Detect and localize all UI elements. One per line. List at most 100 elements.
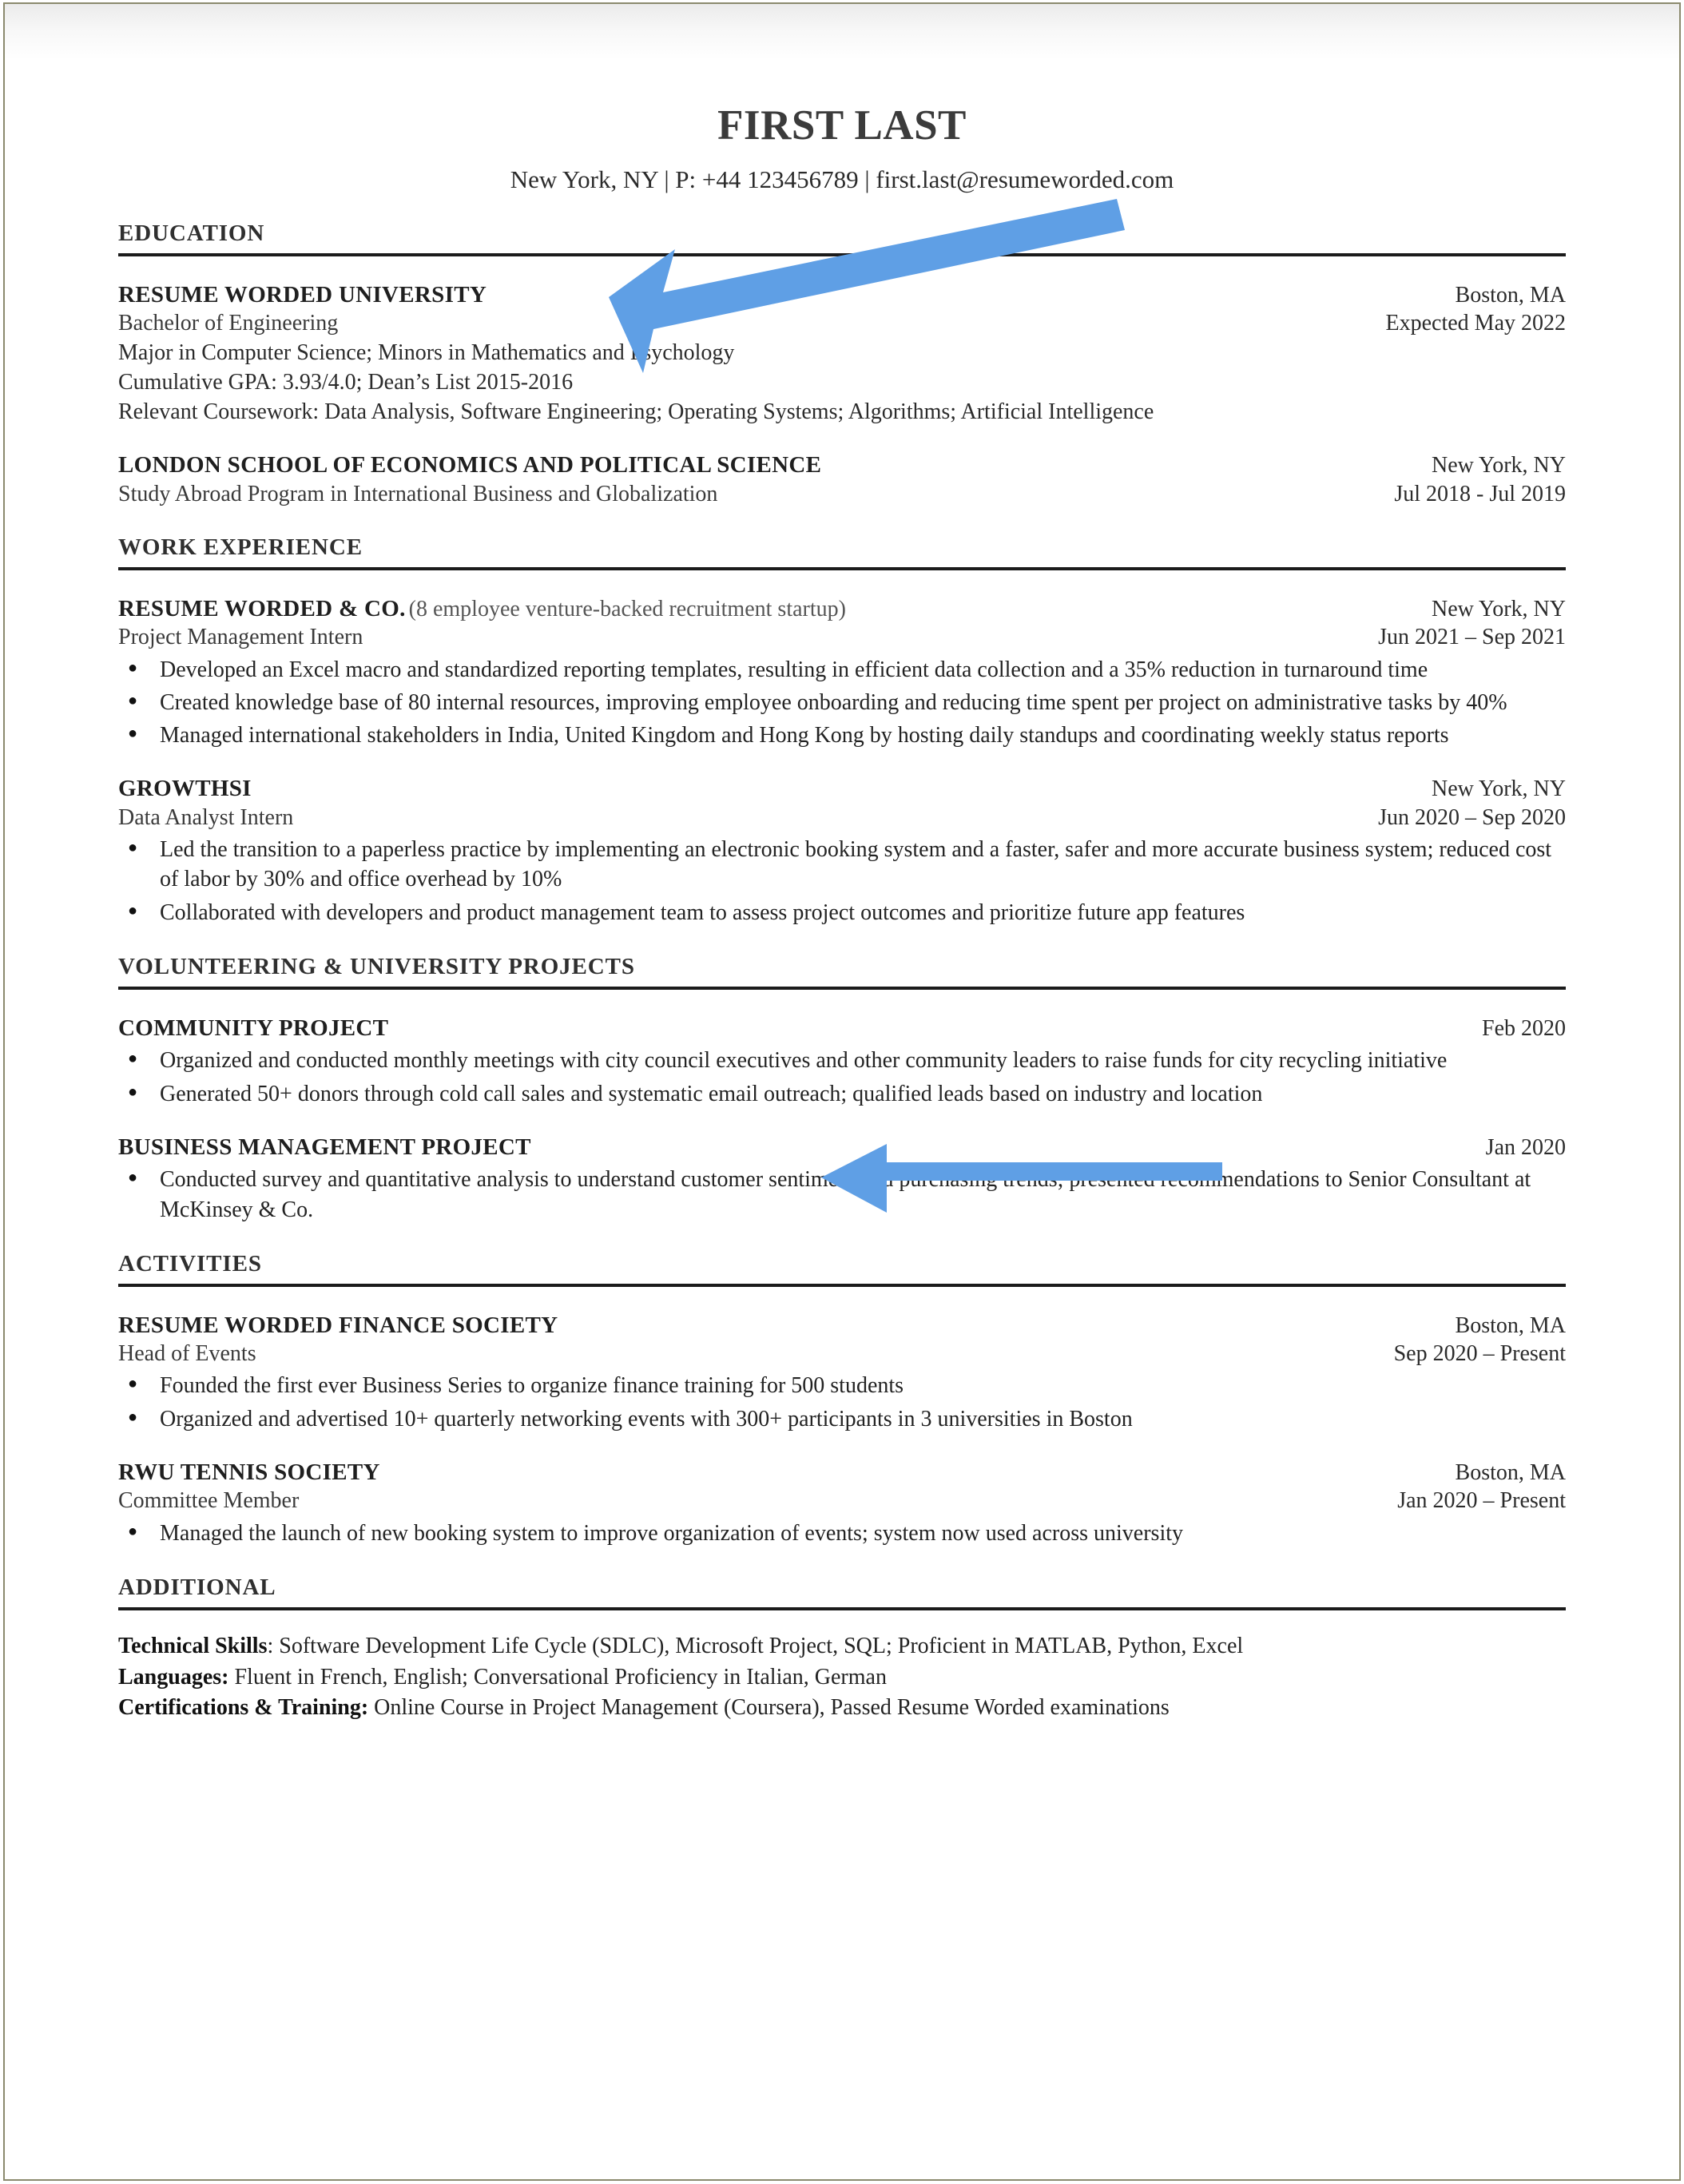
bullet-list: Conducted survey and quantitative analys…	[118, 1164, 1566, 1224]
entry-header-row: LONDON SCHOOL OF ECONOMICS AND POLITICAL…	[118, 451, 1566, 480]
entry-header-row: RESUME WORDED & CO. (8 employee venture-…	[118, 594, 1566, 624]
additional-value: Fluent in French, English; Conversationa…	[234, 1664, 887, 1690]
additional-line: Technical Skills: Software Development L…	[118, 1631, 1566, 1662]
section-divider	[118, 1606, 1566, 1610]
organization-name: COMMUNITY PROJECT	[118, 1015, 389, 1041]
organization-name: RWU TENNIS SOCIETY	[118, 1459, 380, 1485]
resume-content: FIRST LAST New York, NY | P: +44 1234567…	[118, 0, 1566, 1724]
entry-role: Study Abroad Program in International Bu…	[118, 481, 718, 506]
entry-subheader-row: Head of Events Sep 2020 – Present	[118, 1340, 1566, 1368]
contact-line: New York, NY | P: +44 123456789 | first.…	[510, 165, 1174, 193]
entry-role: Data Analyst Intern	[118, 804, 294, 830]
section-work-experience: WORK EXPERIENCE RESUME WORDED & CO. (8 e…	[118, 534, 1566, 927]
entry-header-row: BUSINESS MANAGEMENT PROJECT Jan 2020	[118, 1133, 1566, 1162]
organization-name: RESUME WORDED UNIVERSITY	[118, 281, 487, 308]
education-entry: LONDON SCHOOL OF ECONOMICS AND POLITICAL…	[118, 451, 1566, 508]
organization-name: BUSINESS MANAGEMENT PROJECT	[118, 1134, 531, 1160]
work-entry: GROWTHSI New York, NY Data Analyst Inter…	[118, 774, 1566, 927]
entry-dates: Jun 2021 – Sep 2021	[1378, 625, 1566, 650]
bullet-item: Managed the launch of new booking system…	[118, 1518, 1566, 1548]
entry-dates: Jul 2018 - Jul 2019	[1394, 481, 1566, 506]
activity-entry: RESUME WORDED FINANCE SOCIETY Boston, MA…	[118, 1311, 1566, 1434]
additional-line: Certifications & Training: Online Course…	[118, 1693, 1566, 1724]
project-entry: COMMUNITY PROJECT Feb 2020 Organized and…	[118, 1014, 1566, 1109]
section-heading-education: EDUCATION	[118, 220, 265, 246]
additional-line: Languages: Fluent in French, English; Co…	[118, 1662, 1566, 1694]
education-detail-line: Relevant Coursework: Data Analysis, Soft…	[118, 399, 1154, 424]
entry-location: Boston, MA	[1455, 1312, 1566, 1338]
section-education: EDUCATION RESUME WORDED UNIVERSITY Bosto…	[118, 220, 1566, 508]
bullet-list: Organized and conducted monthly meetings…	[118, 1045, 1566, 1109]
section-divider	[118, 252, 1566, 256]
resume-page: FIRST LAST New York, NY | P: +44 1234567…	[0, 0, 1684, 2184]
bullet-list: Led the transition to a paperless practi…	[118, 834, 1566, 927]
work-entry: RESUME WORDED & CO. (8 employee venture-…	[118, 594, 1566, 751]
section-volunteering: VOLUNTEERING & UNIVERSITY PROJECTS COMMU…	[118, 953, 1566, 1225]
bullet-list: Founded the first ever Business Series t…	[118, 1370, 1566, 1434]
section-divider	[118, 986, 1566, 990]
section-divider	[118, 566, 1566, 570]
entry-header-row: COMMUNITY PROJECT Feb 2020	[118, 1014, 1566, 1043]
bullet-item: Generated 50+ donors through cold call s…	[118, 1078, 1566, 1109]
organization-name: GROWTHSI	[118, 776, 252, 802]
entry-dates: Sep 2020 – Present	[1393, 1341, 1566, 1367]
bullet-list: Developed an Excel macro and standardize…	[118, 654, 1566, 751]
bullet-item: Founded the first ever Business Series t…	[118, 1370, 1566, 1400]
entry-location: Boston, MA	[1455, 1459, 1566, 1485]
entry-dates: Jan 2020 – Present	[1397, 1488, 1566, 1514]
entry-role: Project Management Intern	[118, 625, 363, 650]
entry-dates: Feb 2020	[1482, 1015, 1566, 1041]
education-detail-line: Cumulative GPA: 3.93/4.0; Dean’s List 20…	[118, 369, 574, 395]
bullet-item: Collaborated with developers and product…	[118, 897, 1566, 927]
project-entry: BUSINESS MANAGEMENT PROJECT Jan 2020 Con…	[118, 1133, 1566, 1225]
bullet-item: Led the transition to a paperless practi…	[118, 834, 1566, 894]
entry-dates: Jun 2020 – Sep 2020	[1378, 804, 1566, 830]
entry-role: Head of Events	[118, 1341, 256, 1367]
additional-label: Certifications & Training:	[118, 1695, 369, 1721]
entry-header-row: RESUME WORDED FINANCE SOCIETY Boston, MA	[118, 1311, 1566, 1340]
additional-label: Technical Skills	[118, 1633, 268, 1658]
organization-name: LONDON SCHOOL OF ECONOMICS AND POLITICAL…	[118, 452, 822, 478]
entry-dates: Expected May 2022	[1385, 311, 1567, 336]
education-entry: RESUME WORDED UNIVERSITY Boston, MA Bach…	[118, 280, 1566, 427]
bullet-item: Organized and conducted monthly meetings…	[118, 1045, 1566, 1075]
entry-location: Boston, MA	[1455, 282, 1566, 308]
section-heading-activities: ACTIVITIES	[118, 1250, 262, 1277]
section-heading-work-experience: WORK EXPERIENCE	[118, 534, 363, 561]
entry-header-row: RESUME WORDED UNIVERSITY Boston, MA	[118, 280, 1566, 310]
page-title: FIRST LAST	[717, 102, 967, 149]
entry-header-row: RWU TENNIS SOCIETY Boston, MA	[118, 1458, 1566, 1487]
bullet-item: Organized and advertised 10+ quarterly n…	[118, 1404, 1566, 1434]
section-activities: ACTIVITIES RESUME WORDED FINANCE SOCIETY…	[118, 1250, 1566, 1548]
entry-header-row: GROWTHSI New York, NY	[118, 774, 1566, 804]
activity-entry: RWU TENNIS SOCIETY Boston, MA Committee …	[118, 1458, 1566, 1548]
bullet-list: Managed the launch of new booking system…	[118, 1518, 1566, 1548]
entry-subheader-row: Committee Member Jan 2020 – Present	[118, 1487, 1566, 1515]
entry-dates: Jan 2020	[1485, 1134, 1566, 1160]
section-heading-volunteering: VOLUNTEERING & UNIVERSITY PROJECTS	[118, 953, 635, 979]
section-additional: ADDITIONAL Technical Skills: Software De…	[118, 1574, 1566, 1724]
organization-note: (8 employee venture-backed recruitment s…	[408, 596, 846, 621]
entry-subheader-row: Data Analyst Intern Jun 2020 – Sep 2020	[118, 804, 1566, 832]
additional-value: Software Development Life Cycle (SDLC), …	[279, 1633, 1244, 1658]
section-divider	[118, 1283, 1566, 1287]
organization-name: RESUME WORDED & CO.	[118, 595, 406, 621]
entry-location: New York, NY	[1431, 776, 1566, 802]
bullet-item: Created knowledge base of 80 internal re…	[118, 687, 1566, 717]
additional-label: Languages:	[118, 1664, 229, 1690]
organization-name: RESUME WORDED FINANCE SOCIETY	[118, 1312, 558, 1338]
education-detail-line: Major in Computer Science; Minors in Mat…	[118, 340, 735, 365]
entry-subheader-row: Project Management Intern Jun 2021 – Sep…	[118, 623, 1566, 651]
entry-role: Bachelor of Engineering	[118, 311, 339, 336]
bullet-item: Managed international stakeholders in In…	[118, 720, 1566, 750]
entry-role: Committee Member	[118, 1488, 300, 1514]
entry-subheader-row: Study Abroad Program in International Bu…	[118, 480, 1566, 508]
section-heading-additional: ADDITIONAL	[118, 1574, 276, 1600]
entry-location: New York, NY	[1431, 596, 1566, 621]
entry-location: New York, NY	[1431, 453, 1566, 478]
additional-separator: :	[267, 1633, 280, 1658]
bullet-item: Developed an Excel macro and standardize…	[118, 654, 1566, 685]
additional-value: Online Course in Project Management (Cou…	[374, 1695, 1170, 1721]
organization-block: RESUME WORDED & CO. (8 employee venture-…	[118, 594, 1432, 624]
bullet-item: Conducted survey and quantitative analys…	[118, 1164, 1566, 1224]
